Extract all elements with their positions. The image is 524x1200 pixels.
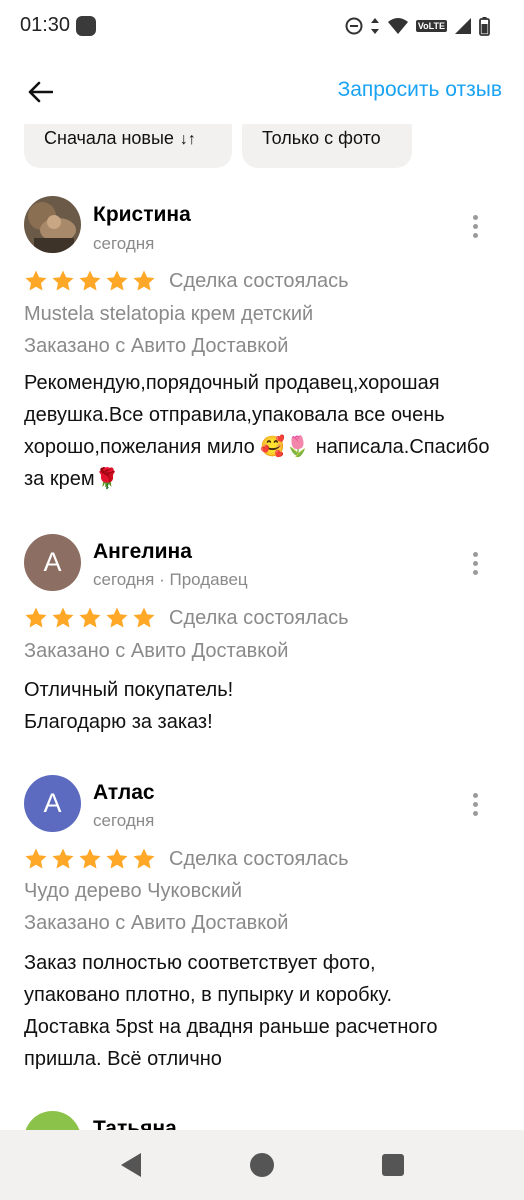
delivery-note: Заказано с Авито Доставкой [24,640,289,662]
nav-recents-button[interactable] [378,1150,408,1180]
review-text-line: пришла. Всё отлично [24,1048,222,1070]
more-options-button[interactable] [460,786,490,822]
rating-row: Сделка состоялась [24,847,349,871]
star-icon [106,607,128,628]
review-text-line: Доставка 5pst на двадня раньше расчетног… [24,1016,438,1038]
star-icon [79,848,101,869]
review-text: Заказ полностью соответствует фото, упак… [24,947,510,1075]
deal-status: Сделка состоялась [169,269,349,292]
review-text: Рекомендую,порядочный продавец,хорошая д… [24,372,490,490]
review-date: сегодня [93,234,155,253]
volte-badge: VoLTE [415,20,447,32]
review-text-line: Отличный покупатель! [24,679,234,701]
status-icons: VoLTE [345,14,490,38]
rating-row: Сделка состоялась [24,606,349,630]
review-date: сегодня · Продавец [93,570,248,589]
more-options-button[interactable] [460,545,490,581]
avatar-photo [24,196,81,253]
delivery-note: Заказано с Авито Доставкой [24,912,289,934]
photo-only-label: Только с фото [262,128,381,148]
battery-icon [479,16,490,36]
star-icon [133,270,155,291]
data-arrows-icon [370,18,379,34]
system-nav-bar [0,1130,524,1200]
avatar[interactable] [24,196,81,253]
review-date: сегодня [93,811,155,830]
star-icon [52,607,74,628]
avatar-initial: А [43,788,62,818]
sort-chip[interactable]: Сначала новые ↓↑ [24,124,232,168]
filter-chips: Сначала новые ↓↑ Только с фото [0,124,524,174]
star-icon [25,848,47,869]
deal-status: Сделка состоялась [169,606,349,629]
nav-back-button[interactable] [116,1150,146,1180]
star-icon [52,848,74,869]
back-button[interactable] [18,72,62,112]
rating-row: Сделка состоялась [24,269,349,293]
notification-icon [76,16,96,36]
sort-icon: ↓↑ [179,131,196,148]
reviewer-name: Ангелина [93,540,192,563]
star-icon [106,848,128,869]
sort-chip-label: Сначала новые [44,128,174,148]
circle-home-icon [250,1153,274,1177]
triangle-back-icon [121,1153,141,1177]
product-name: Mustela stelatopia крем детский [24,303,314,325]
status-bar: 01:30 VoLTE [0,0,524,54]
delivery-note: Заказано с Авито Доставкой [24,335,289,357]
review-text-line: Заказ полностью соответствует фото, [24,952,376,974]
product-name: Чудо дерево Чуковский [24,880,243,902]
more-options-button[interactable] [460,208,490,244]
wifi-icon [387,18,408,34]
nav-home-button[interactable] [247,1150,277,1180]
rating-stars [24,847,156,871]
reviewer-name: Кристина [93,203,191,226]
star-icon [79,270,101,291]
request-review-link[interactable]: Запросить отзыв [338,78,502,102]
deal-status: Сделка состоялась [169,847,349,870]
photo-only-chip[interactable]: Только с фото [242,124,412,168]
star-icon [133,607,155,628]
reviewer-name: Атлас [93,781,155,804]
avatar[interactable]: А [24,775,81,832]
avatar-initial: А [43,547,62,577]
rating-stars [24,269,156,293]
review-text: Отличный покупатель! Благодарю за заказ! [24,674,510,738]
signal-icon [455,18,471,34]
star-icon [25,607,47,628]
star-icon [106,270,128,291]
star-icon [52,270,74,291]
status-time: 01:30 [20,14,71,36]
star-icon [25,270,47,291]
do-not-disturb-icon [345,17,363,35]
square-recents-icon [382,1154,404,1176]
star-icon [79,607,101,628]
arrow-left-icon [28,81,53,103]
review-text-line: упаковано плотно, в пупырку и коробку. [24,984,393,1006]
star-icon [133,848,155,869]
app-bar: Запросить отзыв [0,60,524,124]
avatar[interactable]: А [24,534,81,591]
rating-stars [24,606,156,630]
review-text-line: Благодарю за заказ! [24,711,213,733]
